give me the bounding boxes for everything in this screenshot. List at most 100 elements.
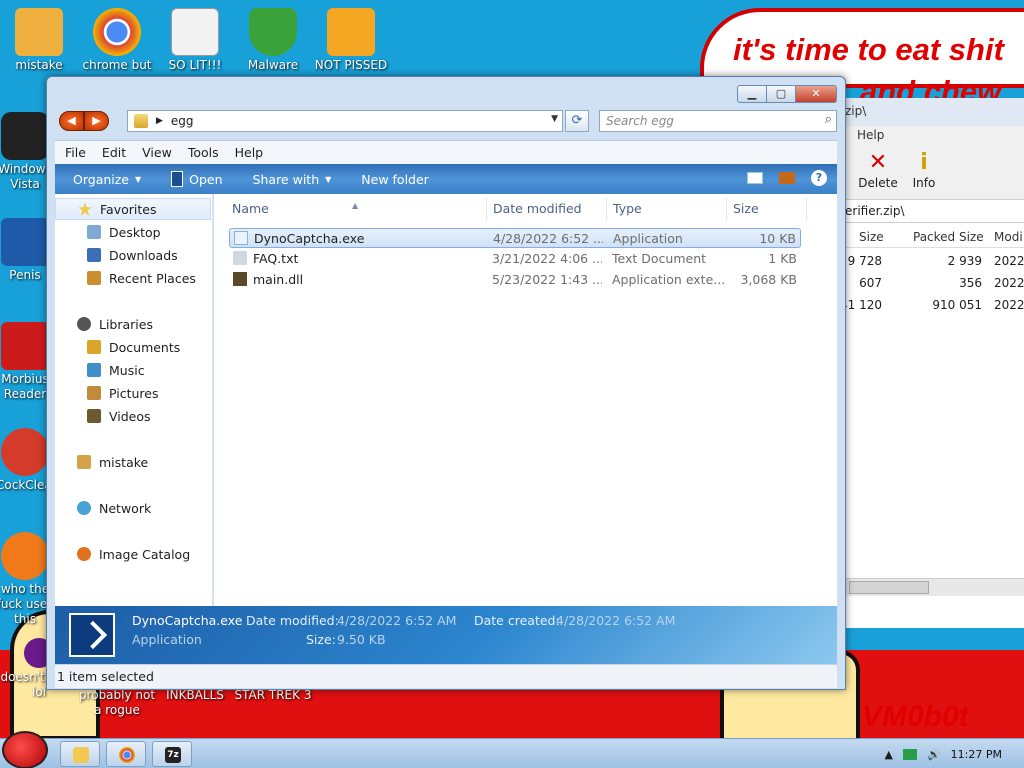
refresh-button[interactable]: ⟳: [565, 110, 589, 132]
7zip-window[interactable]: zip\ Help ✕ Delete i Info erifier.zip\ S…: [836, 98, 1024, 628]
volume-icon[interactable]: 🔊: [927, 748, 941, 761]
column-name[interactable]: Name: [232, 201, 269, 216]
7zip-col-packed[interactable]: Packed Size: [913, 230, 984, 244]
organize-button[interactable]: Organize ▼: [73, 172, 141, 187]
7zip-menu-help[interactable]: Help: [837, 126, 1024, 146]
details-created-label: Date created:: [474, 613, 560, 628]
7zip-delete-button[interactable]: ✕ Delete: [855, 150, 901, 190]
file-row-dynocaptcha[interactable]: DynoCaptcha.exe 4/28/2022 6:52 ... Appli…: [229, 228, 801, 248]
taskbar-7zip-button[interactable]: 7z: [152, 741, 192, 767]
desktop-icon-star-trek[interactable]: STAR TREK 3: [234, 688, 312, 703]
file-size: 1 KB: [768, 251, 797, 266]
preview-pane-icon[interactable]: [779, 172, 795, 184]
nav-music[interactable]: Music: [55, 359, 211, 381]
pdf-icon: [1, 322, 49, 370]
close-icon: ✕: [811, 87, 821, 100]
file-type: Application: [613, 231, 683, 246]
scrollbar-thumb[interactable]: [849, 581, 929, 594]
menu-file[interactable]: File: [65, 145, 86, 160]
details-modified-label: Date modified:: [246, 613, 339, 628]
clock[interactable]: 11:27 PM: [951, 748, 1002, 761]
flash-icon: [1, 532, 49, 580]
nav-image-catalog[interactable]: Image Catalog: [55, 543, 211, 565]
show-hidden-icons-icon[interactable]: ▲: [885, 748, 893, 761]
7zip-path[interactable]: erifier.zip\: [837, 201, 1024, 223]
taskbar-chrome-button[interactable]: [106, 741, 146, 767]
nav-favorites[interactable]: Favorites: [55, 198, 211, 220]
minimize-button[interactable]: ▁: [737, 85, 767, 103]
explorer-window[interactable]: ▁ ▢ ✕ ◀ ▶ ▶ egg ▼ ⟳ Search egg ⌕ File Ed…: [46, 76, 846, 690]
help-icon[interactable]: ?: [811, 170, 827, 186]
nav-libraries[interactable]: Libraries: [55, 313, 211, 335]
nav-desktop[interactable]: Desktop: [55, 221, 211, 243]
network-status-icon[interactable]: [902, 748, 917, 760]
navigation-buttons: ◀ ▶: [59, 111, 109, 131]
dynocaptcha-app-icon: [69, 613, 115, 657]
menu-help[interactable]: Help: [235, 145, 264, 160]
file-name: FAQ.txt: [253, 251, 299, 266]
search-input[interactable]: Search egg ⌕: [599, 110, 837, 132]
search-icon[interactable]: ⌕: [825, 112, 832, 127]
menu-tools[interactable]: Tools: [188, 145, 219, 160]
column-date-modified[interactable]: Date modified: [493, 201, 582, 216]
close-button[interactable]: ✕: [795, 85, 837, 103]
nav-documents[interactable]: Documents: [55, 336, 211, 358]
file-date: 5/23/2022 1:43 ...: [492, 272, 602, 287]
desktop-icon-mistake[interactable]: mistake: [0, 8, 78, 73]
file-date: 3/21/2022 4:06 ...: [492, 251, 602, 266]
desktop-icon-malware[interactable]: Malware: [234, 8, 312, 73]
desktop-icon-chrome[interactable]: chrome but: [78, 8, 156, 73]
new-folder-button[interactable]: New folder: [361, 172, 429, 187]
desktop-icon-solitaire[interactable]: SO LIT!!!: [156, 8, 234, 73]
nav-recent-places[interactable]: Recent Places: [55, 267, 211, 289]
column-divider[interactable]: [726, 197, 727, 221]
star-icon: [78, 202, 92, 216]
7zip-horizontal-scrollbar[interactable]: [837, 578, 1024, 596]
forward-button[interactable]: ▶: [84, 111, 109, 131]
table-row[interactable]: 607 356 2022-: [837, 273, 1024, 295]
recent-places-icon: [87, 271, 101, 285]
photoshop-icon: [1, 218, 49, 266]
documents-icon: [87, 340, 101, 354]
taskbar-explorer-button[interactable]: [60, 741, 100, 767]
minimize-icon: ▁: [747, 87, 757, 100]
7zip-col-size[interactable]: Size: [859, 230, 884, 244]
chrome-icon: [119, 747, 135, 763]
breadcrumb-egg[interactable]: egg: [171, 114, 194, 128]
menu-edit[interactable]: Edit: [102, 145, 126, 160]
nav-mistake[interactable]: mistake: [55, 451, 211, 473]
back-button[interactable]: ◀: [59, 111, 84, 131]
file-list[interactable]: ▲ Name Date modified Type Size DynoCaptc…: [214, 194, 837, 606]
address-dropdown-icon[interactable]: ▼: [551, 114, 558, 124]
table-row[interactable]: 9 728 2 939 2022-: [837, 251, 1024, 273]
desktop-icon-inkballs[interactable]: INKBALLS: [156, 688, 234, 703]
7zip-toolbar: ✕ Delete i Info: [837, 146, 1024, 200]
desktop-icon-not-pissed[interactable]: NOT PISSED: [312, 8, 390, 73]
column-divider[interactable]: [806, 197, 807, 221]
column-type[interactable]: Type: [613, 201, 642, 216]
nav-pictures[interactable]: Pictures: [55, 382, 211, 404]
maximize-icon: ▢: [775, 87, 787, 100]
menu-view[interactable]: View: [142, 145, 172, 160]
table-row[interactable]: 41 120 910 051 2022-: [837, 295, 1024, 317]
address-bar[interactable]: ▶ egg ▼: [127, 110, 563, 132]
open-button[interactable]: Open: [171, 171, 223, 187]
column-size[interactable]: Size: [733, 201, 759, 216]
nav-network[interactable]: Network: [55, 497, 211, 519]
file-row-faq[interactable]: FAQ.txt 3/21/2022 4:06 ... Text Document…: [229, 249, 801, 269]
views-icon[interactable]: [747, 172, 763, 184]
maximize-button[interactable]: ▢: [766, 85, 796, 103]
nav-downloads[interactable]: Downloads: [55, 244, 211, 266]
nav-videos[interactable]: Videos: [55, 405, 211, 427]
breadcrumb-arrow-icon[interactable]: ▶: [156, 116, 163, 126]
caption-buttons: ▁ ▢ ✕: [737, 85, 837, 103]
column-divider[interactable]: [486, 197, 487, 221]
desktop-icon-rogue[interactable]: probably not a rogue: [78, 688, 156, 718]
start-button[interactable]: [2, 731, 48, 768]
share-with-button[interactable]: Share with ▼: [253, 172, 332, 187]
7zip-col-modified[interactable]: Modi: [994, 230, 1023, 244]
shield-icon: [249, 8, 297, 56]
7zip-info-button[interactable]: i Info: [901, 150, 947, 190]
column-divider[interactable]: [606, 197, 607, 221]
file-row-main-dll[interactable]: main.dll 5/23/2022 1:43 ... Application …: [229, 270, 801, 290]
